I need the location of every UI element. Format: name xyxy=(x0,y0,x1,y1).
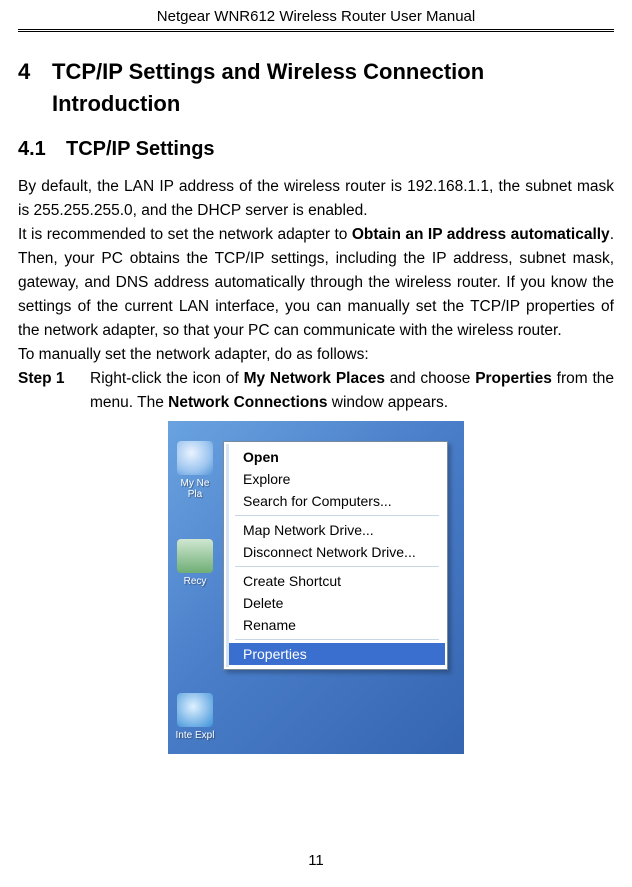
desktop-icon-recycle-bin[interactable]: Recy xyxy=(174,539,216,587)
icon-label: My Ne Pla xyxy=(174,478,216,500)
paragraph-manual-intro: To manually set the network adapter, do … xyxy=(18,343,614,367)
doc-header: Netgear WNR612 Wireless Router User Manu… xyxy=(18,8,614,32)
step-label: Step 1 xyxy=(18,367,90,415)
bold-my-network-places: My Network Places xyxy=(244,370,385,387)
menu-item-open[interactable]: Open xyxy=(229,446,445,468)
page-number: 11 xyxy=(18,840,614,887)
context-menu: Open Explore Search for Computers... Map… xyxy=(223,441,448,670)
text-frag: and choose xyxy=(385,370,475,387)
step-1: Step 1 Right-click the icon of My Networ… xyxy=(18,367,614,415)
globe-icon xyxy=(177,441,213,475)
menu-item-explore[interactable]: Explore xyxy=(229,468,445,490)
subsection-title: TCP/IP Settings xyxy=(66,138,215,161)
section-heading: 4 TCP/IP Settings and Wireless Connectio… xyxy=(18,56,614,120)
subsection-heading: 4.1 TCP/IP Settings xyxy=(18,138,614,161)
menu-separator xyxy=(235,639,439,640)
menu-item-delete[interactable]: Delete xyxy=(229,592,445,614)
text-frag: Right-click the icon of xyxy=(90,370,244,387)
menu-item-rename[interactable]: Rename xyxy=(229,614,445,636)
menu-item-create-shortcut[interactable]: Create Shortcut xyxy=(229,570,445,592)
section-number: 4 xyxy=(18,56,52,120)
step-body: Right-click the icon of My Network Place… xyxy=(90,367,614,415)
text-frag: It is recommended to set the network ada… xyxy=(18,226,352,243)
recycle-bin-icon xyxy=(177,539,213,573)
desktop-icon-internet-explorer[interactable]: Inte Expl xyxy=(174,693,216,741)
bold-network-connections: Network Connections xyxy=(168,394,327,411)
icon-label: Inte Expl xyxy=(174,730,216,741)
menu-item-map-drive[interactable]: Map Network Drive... xyxy=(229,519,445,541)
paragraph-recommendation: It is recommended to set the network ada… xyxy=(18,223,614,343)
section-title: TCP/IP Settings and Wireless Connection … xyxy=(52,56,614,120)
ie-icon xyxy=(177,693,213,727)
menu-item-properties[interactable]: Properties xyxy=(229,643,445,665)
paragraph-default-lan: By default, the LAN IP address of the wi… xyxy=(18,175,614,223)
menu-separator xyxy=(235,566,439,567)
icon-label: Recy xyxy=(174,576,216,587)
bold-properties: Properties xyxy=(475,370,552,387)
subsection-number: 4.1 xyxy=(18,138,66,161)
windows-desktop: My Ne Pla Recy Inte Expl Open Explore Se… xyxy=(168,421,464,754)
menu-separator xyxy=(235,515,439,516)
menu-item-search-computers[interactable]: Search for Computers... xyxy=(229,490,445,512)
menu-item-disconnect-drive[interactable]: Disconnect Network Drive... xyxy=(229,541,445,563)
text-frag: window appears. xyxy=(327,394,448,411)
desktop-icon-my-network-places[interactable]: My Ne Pla xyxy=(174,441,216,500)
bold-obtain-ip: Obtain an IP address automatically xyxy=(352,226,610,243)
embedded-screenshot: My Ne Pla Recy Inte Expl Open Explore Se… xyxy=(18,421,614,754)
